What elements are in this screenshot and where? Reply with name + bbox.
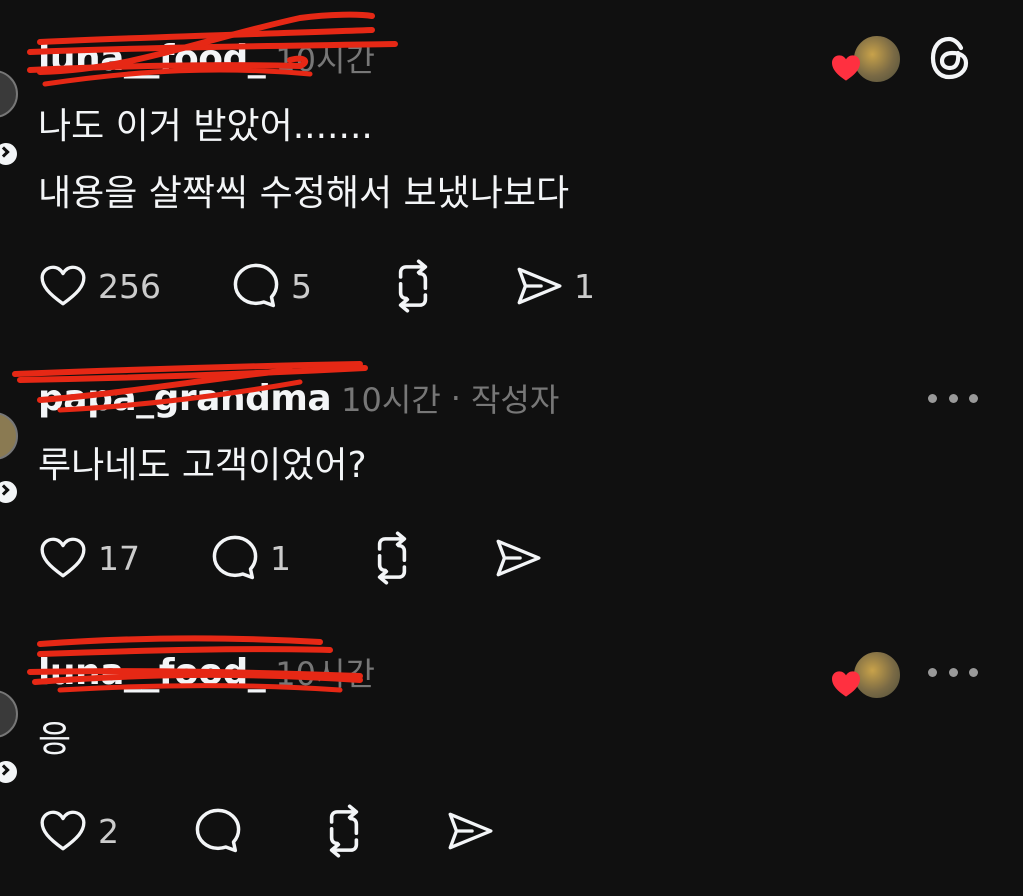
like-count: 256 xyxy=(98,266,161,306)
repost-icon xyxy=(365,531,419,585)
more-options-icon[interactable] xyxy=(928,388,978,408)
follow-plus-icon[interactable] xyxy=(0,478,20,506)
avatar[interactable] xyxy=(0,690,18,738)
post-header: papa_grandma 10시간 · 작성자 xyxy=(38,376,559,420)
reply-button[interactable]: 5 xyxy=(229,260,312,312)
comment-icon xyxy=(229,260,283,312)
post-text-line: 응 xyxy=(38,719,72,760)
reply-button[interactable]: 1 xyxy=(208,532,291,584)
repost-icon xyxy=(386,259,440,313)
post-text-line: 내용을 살짝씩 수정해서 보냈나보다 xyxy=(38,173,570,214)
heart-icon xyxy=(36,261,90,311)
red-heart-icon xyxy=(830,668,862,700)
follow-plus-icon[interactable] xyxy=(0,758,20,786)
repost-button[interactable] xyxy=(386,259,440,313)
share-button[interactable]: 1 xyxy=(512,261,595,311)
author-liked-indicator xyxy=(830,650,902,700)
threads-logo-icon[interactable] xyxy=(928,34,972,82)
timestamp: 10시간 xyxy=(275,655,375,693)
comment-icon xyxy=(208,532,262,584)
like-button[interactable]: 2 xyxy=(36,806,119,856)
username[interactable]: luna__food_ xyxy=(38,652,266,693)
separator-dot: · xyxy=(450,379,461,417)
share-count: 1 xyxy=(574,266,595,306)
action-bar: 17 1 xyxy=(36,532,545,584)
author-badge: 작성자 xyxy=(470,381,560,419)
like-count: 17 xyxy=(98,538,140,578)
author-liked-indicator xyxy=(830,34,902,84)
post-header: luna__food_ 10시간 xyxy=(38,36,375,80)
repost-icon xyxy=(317,804,371,858)
reply-count: 5 xyxy=(291,266,312,306)
send-icon xyxy=(491,533,545,583)
heart-icon xyxy=(36,806,90,856)
username[interactable]: papa_grandma xyxy=(38,378,332,419)
send-icon xyxy=(512,261,566,311)
red-heart-icon xyxy=(830,52,862,84)
post-text-line: 루나네도 고객이었어? xyxy=(38,445,367,486)
timestamp: 10시간 xyxy=(341,381,441,419)
share-button[interactable] xyxy=(491,533,545,583)
heart-icon xyxy=(36,533,90,583)
avatar[interactable] xyxy=(0,70,18,118)
reply-button[interactable] xyxy=(191,805,245,857)
post-text-line: 나도 이거 받았어....... xyxy=(38,106,373,147)
post-header: luna__food_ 10시간 xyxy=(38,650,375,694)
reply-count: 1 xyxy=(270,538,291,578)
share-button[interactable] xyxy=(443,806,497,856)
comment-icon xyxy=(191,805,245,857)
action-bar: 2 xyxy=(36,805,497,857)
more-options-icon[interactable] xyxy=(928,662,978,682)
like-button[interactable]: 256 xyxy=(36,261,161,311)
repost-button[interactable] xyxy=(365,531,419,585)
action-bar: 256 5 1 xyxy=(36,260,595,312)
avatar[interactable] xyxy=(0,412,18,460)
follow-plus-icon[interactable] xyxy=(0,140,20,168)
timestamp: 10시간 xyxy=(275,41,375,79)
like-count: 2 xyxy=(98,811,119,851)
like-button[interactable]: 17 xyxy=(36,533,140,583)
repost-button[interactable] xyxy=(317,804,371,858)
send-icon xyxy=(443,806,497,856)
username[interactable]: luna__food_ xyxy=(38,38,266,79)
